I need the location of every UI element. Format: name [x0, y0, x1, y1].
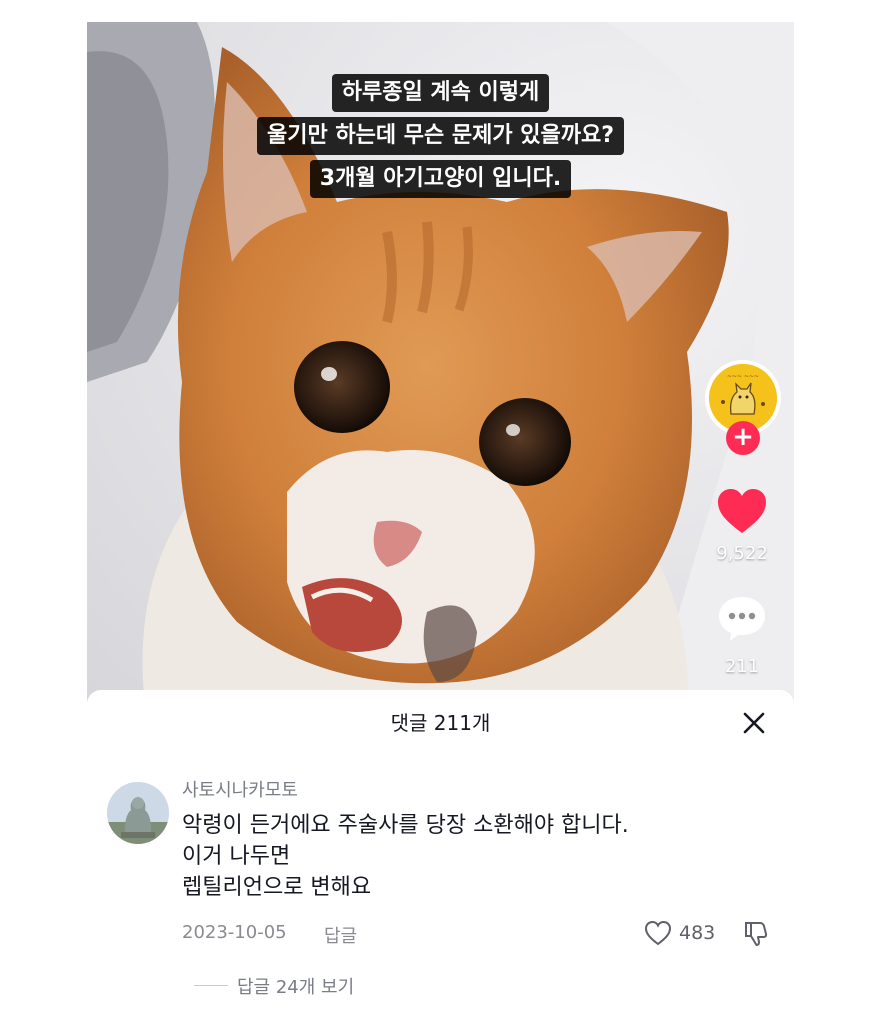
view-replies-button[interactable]: 답글 24개 보기: [237, 973, 354, 999]
video-player[interactable]: 하루종일 계속 이렇게 울기만 하는데 무슨 문제가 있을까요? 3개월 아기고…: [87, 22, 794, 722]
dislike-icon[interactable]: [742, 919, 770, 947]
speech-bubble-icon[interactable]: [716, 594, 768, 644]
comment-line-3: 렙틸리언으로 변해요: [182, 875, 372, 900]
heart-icon[interactable]: [716, 488, 768, 536]
video-caption-line-3: 3개월 아기고양이 입니다.: [87, 160, 794, 198]
comment-line-2: 이거 나두면: [182, 844, 291, 869]
comment-count: 211: [724, 656, 760, 677]
caption-text: 울기만 하는데 무슨 문제가 있을까요?: [257, 117, 624, 155]
close-icon[interactable]: [742, 711, 766, 735]
svg-text:~~~ ~~~: ~~~ ~~~: [727, 373, 759, 380]
comments-title: 댓글 211개: [390, 711, 491, 735]
comment-like-icon[interactable]: [644, 920, 672, 946]
comment-text: 악령이 든거에요 주술사를 당장 소환해야 합니다. 이거 나두면 렙틸리언으로…: [182, 810, 772, 903]
video-caption-line-1: 하루종일 계속 이렇게: [87, 74, 794, 112]
follow-button[interactable]: +: [726, 421, 760, 455]
reply-button[interactable]: 답글: [324, 922, 357, 948]
comment-line-1: 악령이 든거에요 주술사를 당장 소환해야 합니다.: [182, 813, 629, 838]
replies-divider: [194, 985, 228, 986]
comment-username[interactable]: 사토시나카모토: [182, 776, 298, 802]
commenter-avatar[interactable]: [107, 782, 169, 844]
caption-text: 하루종일 계속 이렇게: [331, 74, 550, 112]
caption-text: 3개월 아기고양이 입니다.: [309, 160, 572, 198]
comment-like-count: 483: [679, 922, 716, 944]
plus-icon: +: [732, 422, 754, 452]
like-count: 9,522: [716, 543, 768, 564]
comment-date: 2023-10-05: [182, 922, 287, 943]
video-caption-line-2: 울기만 하는데 무슨 문제가 있을까요?: [87, 117, 794, 155]
comments-sheet: 댓글 211개 사토시나카모토 악령이 든거에요 주술사를 당장 소환해야 합니…: [87, 690, 794, 1024]
